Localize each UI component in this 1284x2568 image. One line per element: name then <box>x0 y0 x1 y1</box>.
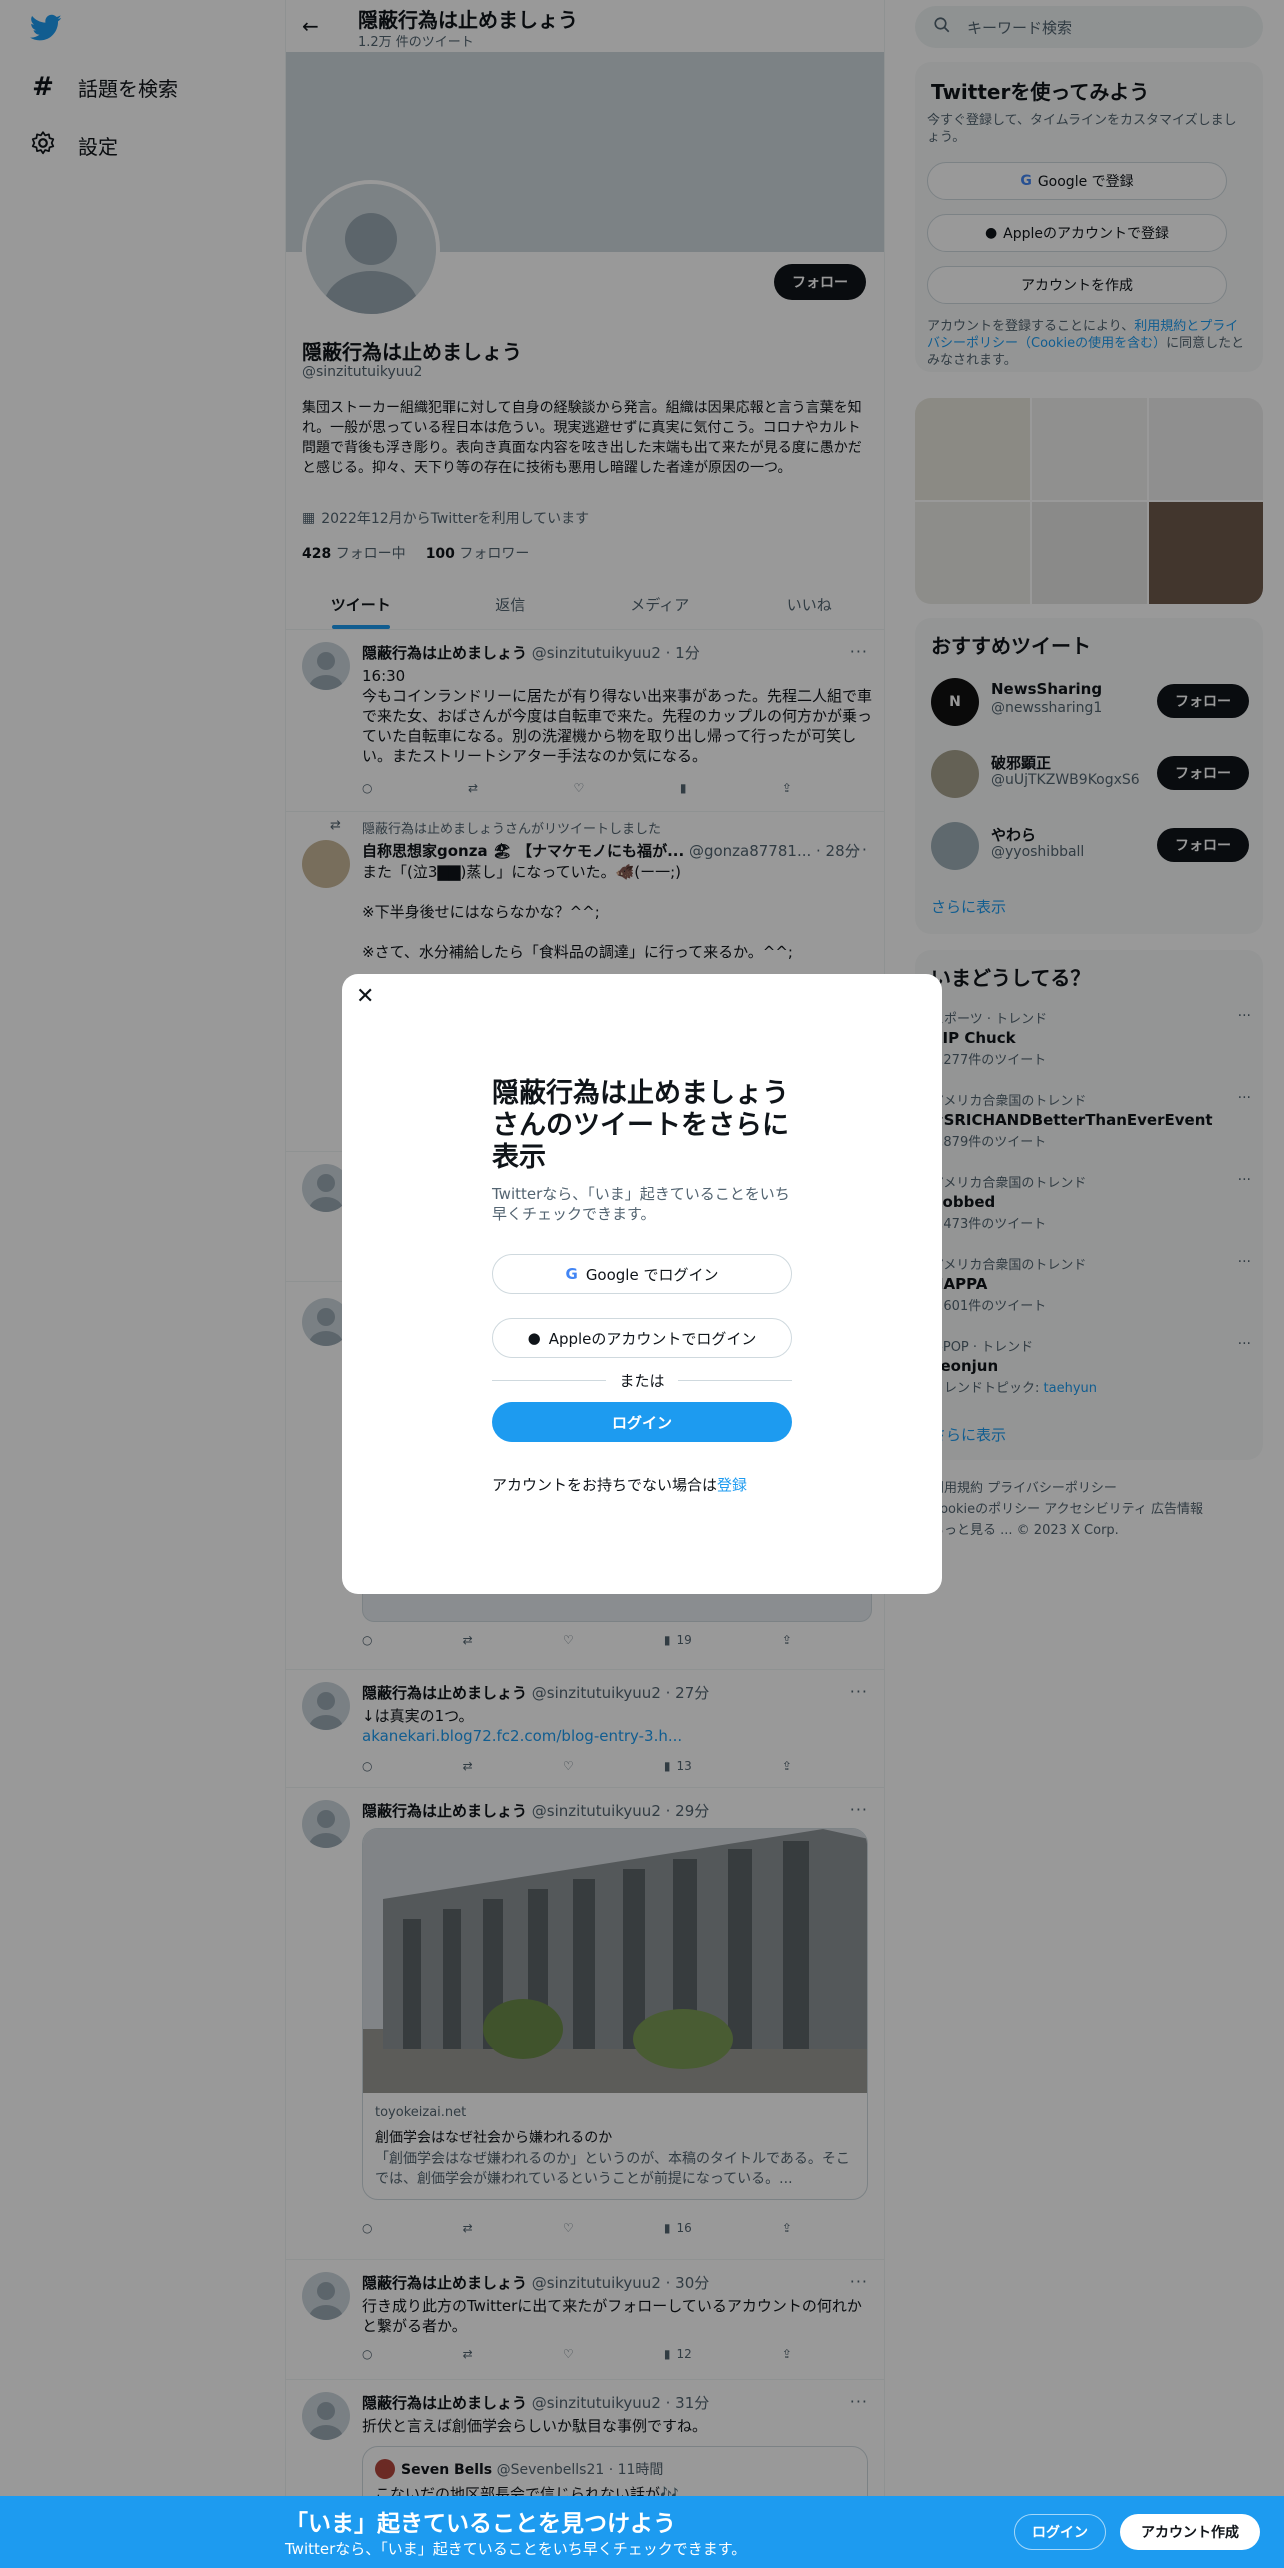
modal-subtitle: Twitterなら、「いま」起きていることをいち早くチェックできます。 <box>492 1185 790 1223</box>
bottombar-subtitle: Twitterなら、「いま」起きていることをいち早くチェックできます。 <box>285 2540 747 2558</box>
login-modal: ✕ 隠蔽行為は止めましょうさんのツイートをさらに表示 Twitterなら、「いま… <box>342 974 942 1594</box>
modal-title: 隠蔽行為は止めましょうさんのツイートをさらに表示 <box>492 1078 789 1173</box>
register-link[interactable]: 登録 <box>717 1476 747 1494</box>
bottombar-title: 「いま」起きていることを見つけよう <box>285 2511 676 2537</box>
apple-icon: ● <box>527 1329 541 1347</box>
or-label: または <box>606 1370 678 1391</box>
google-login-button[interactable]: G Google でログイン <box>492 1254 792 1294</box>
bottombar-signup-button[interactable]: アカウント作成 <box>1120 2514 1260 2550</box>
bottombar-login-button[interactable]: ログイン <box>1014 2514 1106 2550</box>
bottom-signup-bar: 「いま」起きていることを見つけよう Twitterなら、「いま」起きていることを… <box>0 2496 1284 2568</box>
close-icon[interactable]: ✕ <box>356 984 374 1009</box>
login-button[interactable]: ログイン <box>492 1402 792 1442</box>
signup-prompt: アカウントをお持ちでない場合は登録 <box>492 1476 748 1494</box>
google-icon: G <box>565 1265 578 1283</box>
apple-login-button[interactable]: ● Appleのアカウントでログイン <box>492 1318 792 1358</box>
